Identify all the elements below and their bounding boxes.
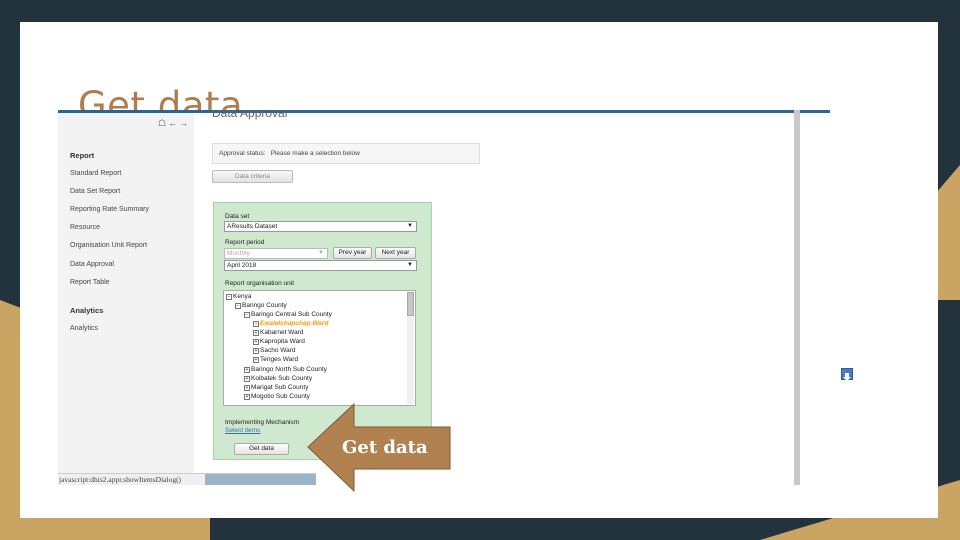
download-arrow-glyph	[843, 373, 851, 381]
tree-node[interactable]: + Baringo North Sub County	[244, 366, 327, 373]
period-select[interactable]: April 2018 ▼	[224, 260, 417, 271]
status-bar-text: javascript:dhis2.appr.showItemsDialog()	[59, 475, 182, 484]
back-arrow-icon[interactable]: ←	[168, 118, 179, 128]
tree-node[interactable]: − Kenya	[226, 293, 251, 300]
data-criteria-button[interactable]: Data criteria	[212, 170, 293, 183]
tree-node[interactable]: + Sacho Ward	[253, 347, 296, 354]
tree-node[interactable]: + Mogotio Sub County	[244, 393, 310, 400]
status-bar-fill	[205, 474, 316, 485]
status-bar-url: javascript:dhis2.appr.showItemsDialog()	[58, 473, 316, 485]
implementing-mechanism-label: Implementing Mechanism	[225, 419, 300, 426]
expand-icon[interactable]: +	[244, 376, 250, 382]
expand-icon[interactable]: +	[253, 357, 259, 363]
expand-icon[interactable]: +	[253, 321, 259, 327]
tree-node[interactable]: + Tenges Ward	[253, 356, 298, 363]
tree-node-selected[interactable]: + Ewalelchapchap Ward	[253, 320, 329, 327]
dropdown-arrow-icon: ▼	[407, 262, 413, 268]
sidebar-item-data-approval[interactable]: Data Approval	[70, 261, 114, 268]
sidebar-item-standard-report[interactable]: Standard Report	[70, 170, 121, 177]
sidebar-item-resource[interactable]: Resource	[70, 224, 100, 231]
dropdown-arrow-icon: ▼	[318, 250, 324, 256]
sidebar-item-organisation-unit-report[interactable]: Organisation Unit Report	[70, 242, 147, 249]
org-unit-label: Report organisation unit	[225, 280, 295, 287]
tree-scrollbar-thumb[interactable]	[407, 292, 414, 316]
download-arrow-icon[interactable]	[841, 368, 853, 381]
approval-status-box: Approval status: Please make a selection …	[212, 143, 480, 164]
sidebar-item-data-set-report[interactable]: Data Set Report	[70, 188, 120, 195]
period-type-value: Monthly	[227, 250, 250, 257]
collapse-icon[interactable]: −	[235, 303, 241, 309]
expand-icon[interactable]: +	[253, 330, 259, 336]
tree-node-label: Baringo Central Sub County	[251, 311, 332, 318]
collapse-icon[interactable]: −	[244, 312, 250, 318]
tree-node-label: Kapropita Ward	[260, 338, 305, 345]
expand-icon[interactable]: +	[244, 394, 250, 400]
tree-node-label: Ewalelchapchap Ward	[260, 320, 329, 327]
page-scrollbar[interactable]	[794, 110, 800, 485]
approval-status-label: Approval status:	[219, 150, 266, 157]
tree-node[interactable]: + Marigat Sub County	[244, 384, 308, 391]
app-screenshot: ☖←→ Report Standard Report Data Set Repo…	[58, 110, 838, 485]
tree-node[interactable]: + Koibatek Sub County	[244, 375, 312, 382]
data-set-value: AResults Dataset	[227, 223, 278, 230]
tree-node[interactable]: + Kabarnet Ward	[253, 329, 303, 336]
period-type-select[interactable]: Monthly ▼	[224, 248, 328, 259]
nav-icons: ☖←→	[158, 118, 190, 129]
get-data-button[interactable]: Get data	[234, 443, 289, 455]
tree-node[interactable]: − Baringo Central Sub County	[244, 311, 332, 318]
sidebar-item-reporting-rate-summary[interactable]: Reporting Rate Summary	[70, 206, 149, 213]
sidebar: ☖←→ Report Standard Report Data Set Repo…	[58, 113, 194, 485]
tree-node[interactable]: + Kapropita Ward	[253, 338, 305, 345]
expand-icon[interactable]: +	[244, 385, 250, 391]
forward-arrow-icon[interactable]: →	[179, 118, 190, 128]
data-set-label: Data set	[225, 213, 250, 220]
tree-node[interactable]: − Baringo County	[235, 302, 287, 309]
sidebar-item-report-table[interactable]: Report Table	[70, 279, 110, 286]
prev-year-button[interactable]: Prev year	[333, 247, 372, 259]
tree-node-label: Koibatek Sub County	[251, 375, 313, 382]
data-criteria-panel: Data set AResults Dataset ▼ Report period…	[213, 202, 432, 460]
approval-status-message: Please make a selection below	[270, 150, 360, 157]
expand-icon[interactable]: +	[253, 339, 259, 345]
report-period-label: Report period	[225, 239, 265, 246]
collapse-icon[interactable]: −	[226, 294, 232, 300]
sidebar-item-analytics[interactable]: Analytics	[70, 325, 98, 332]
expand-icon[interactable]: +	[244, 367, 250, 373]
org-unit-tree[interactable]: − Kenya − Baringo County − Baringo Central …	[223, 290, 416, 406]
sidebar-heading-analytics: Analytics	[70, 306, 104, 315]
tree-node-label: Tenges Ward	[260, 356, 299, 363]
callout-label: Get data	[342, 437, 428, 458]
data-set-select[interactable]: AResults Dataset ▼	[224, 221, 417, 232]
tree-node-label: Marigat Sub County	[251, 384, 309, 391]
period-value: April 2018	[227, 262, 257, 269]
expand-icon[interactable]: +	[253, 348, 259, 354]
next-year-button[interactable]: Next year	[375, 247, 416, 259]
tree-node-label: Baringo County	[242, 302, 287, 309]
dropdown-arrow-icon: ▼	[407, 223, 413, 229]
tree-node-label: Sacho Ward	[260, 347, 296, 354]
tree-node-label: Mogotio Sub County	[251, 393, 310, 400]
sidebar-heading-report: Report	[70, 151, 95, 160]
home-icon[interactable]: ☖	[158, 118, 168, 128]
select-items-link[interactable]: Select items	[225, 427, 260, 434]
tree-node-label: Baringo North Sub County	[251, 366, 327, 373]
page-heading: Data Approval	[212, 110, 288, 120]
tree-node-label: Kabarnet Ward	[260, 329, 304, 336]
tree-node-label: Kenya	[233, 293, 252, 300]
